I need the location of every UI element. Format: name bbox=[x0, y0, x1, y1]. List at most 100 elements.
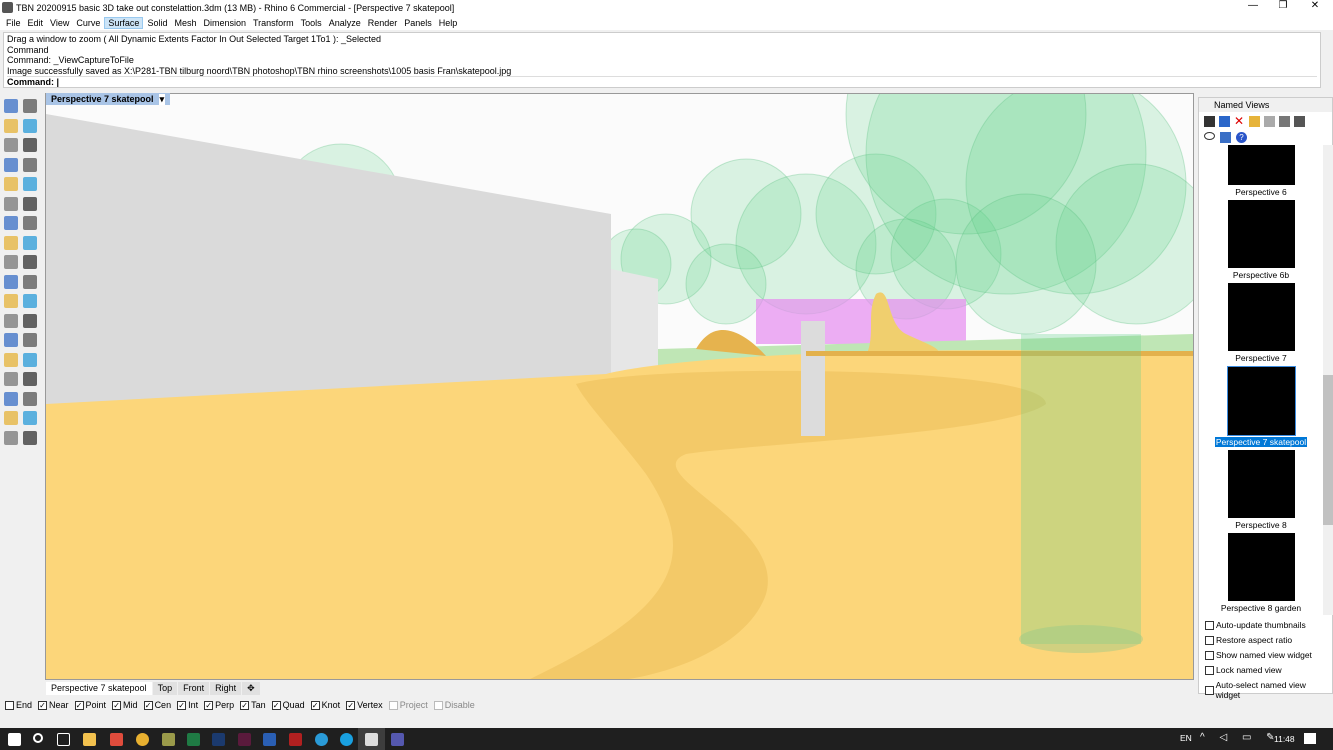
osnap-near[interactable]: ✓ Near bbox=[38, 700, 69, 710]
copy-icon[interactable] bbox=[1294, 116, 1305, 127]
toolbar-tool-icon[interactable] bbox=[4, 216, 18, 230]
named-view-item[interactable]: Perspective 6 bbox=[1199, 145, 1323, 200]
windows-start-icon[interactable] bbox=[8, 733, 21, 746]
toolbar-tool-icon[interactable] bbox=[4, 352, 18, 367]
toolbar-tool-icon[interactable] bbox=[23, 411, 37, 425]
window-icon[interactable] bbox=[1220, 132, 1231, 143]
menu-dimension[interactable]: Dimension bbox=[200, 18, 249, 28]
toolbar-tool-icon[interactable] bbox=[4, 235, 18, 250]
command-input[interactable]: Command: | bbox=[7, 76, 1317, 88]
viewport-tab-front[interactable]: Front bbox=[178, 682, 210, 695]
osnap-mid[interactable]: ✓ Mid bbox=[112, 700, 138, 710]
viewport-perspective[interactable] bbox=[45, 93, 1194, 680]
checkbox-icon[interactable]: ✓ bbox=[38, 700, 48, 710]
pointer-icon[interactable] bbox=[1264, 116, 1275, 127]
toolbar-tool-icon[interactable] bbox=[4, 411, 18, 425]
toolbar-tool-icon[interactable] bbox=[4, 99, 18, 113]
menu-render[interactable]: Render bbox=[365, 18, 401, 28]
checkbox-icon[interactable] bbox=[1205, 665, 1214, 675]
toolbar-tool-icon[interactable] bbox=[23, 372, 37, 386]
rhino-taskbar-button[interactable] bbox=[358, 728, 385, 750]
checkbox-icon[interactable] bbox=[433, 700, 443, 710]
toolbar-tool-icon[interactable] bbox=[23, 274, 37, 289]
checkbox-icon[interactable]: ✓ bbox=[177, 700, 187, 710]
named-view-item[interactable]: Perspective 6b bbox=[1199, 200, 1323, 283]
maximize-button[interactable]: ❐ bbox=[1268, 0, 1298, 11]
eye-icon[interactable] bbox=[1204, 132, 1215, 140]
indesign-icon[interactable] bbox=[238, 733, 251, 746]
osnap-quad[interactable]: ✓ Quad bbox=[271, 700, 305, 710]
checkbox-icon[interactable] bbox=[1205, 650, 1214, 660]
checkbox-icon[interactable]: ✓ bbox=[112, 700, 122, 710]
close-button[interactable]: ✕ bbox=[1300, 0, 1330, 11]
checkbox-icon[interactable]: ✓ bbox=[74, 700, 84, 710]
toolbar-tool-icon[interactable] bbox=[4, 118, 18, 133]
menu-edit[interactable]: Edit bbox=[25, 18, 47, 28]
menu-transform[interactable]: Transform bbox=[250, 18, 297, 28]
option-checkbox[interactable]: Restore aspect ratio bbox=[1205, 635, 1326, 645]
toolbar-tool-icon[interactable] bbox=[4, 391, 18, 406]
toolbar-tool-icon[interactable] bbox=[23, 138, 37, 152]
skype-icon[interactable] bbox=[340, 733, 353, 746]
menu-panels[interactable]: Panels bbox=[401, 18, 435, 28]
osnap-knot[interactable]: ✓ Knot bbox=[310, 700, 340, 710]
viewport-tab-right[interactable]: Right bbox=[210, 682, 242, 695]
osnap-tan[interactable]: ✓ Tan bbox=[240, 700, 266, 710]
delete-icon[interactable]: ✕ bbox=[1234, 115, 1245, 127]
menu-curve[interactable]: Curve bbox=[73, 18, 103, 28]
osnap-project[interactable]: Project bbox=[388, 700, 428, 710]
checkbox-icon[interactable] bbox=[5, 700, 14, 710]
viewport-menu-arrow-icon[interactable]: ▾ bbox=[158, 93, 166, 105]
checkbox-icon[interactable]: ✓ bbox=[346, 700, 356, 710]
toolbar-tool-icon[interactable] bbox=[4, 333, 18, 347]
help-icon[interactable]: ? bbox=[1236, 132, 1247, 143]
viewport-title-tab[interactable]: Perspective 7 skatepool ▾ bbox=[46, 93, 171, 105]
toolbar-tool-icon[interactable] bbox=[4, 157, 18, 172]
menu-file[interactable]: File bbox=[3, 18, 24, 28]
photoshop-icon[interactable] bbox=[212, 733, 225, 746]
checkbox-icon[interactable]: ✓ bbox=[310, 700, 320, 710]
menu-view[interactable]: View bbox=[47, 18, 72, 28]
osnap-int[interactable]: ✓ Int bbox=[177, 700, 198, 710]
checkbox-icon[interactable]: ✓ bbox=[204, 700, 214, 710]
menu-surface[interactable]: Surface bbox=[104, 16, 144, 29]
checkbox-icon[interactable] bbox=[388, 700, 398, 710]
language-indicator[interactable]: EN bbox=[1180, 733, 1192, 743]
toolbar-tool-icon[interactable] bbox=[23, 313, 37, 328]
toolbar-tool-icon[interactable] bbox=[4, 430, 18, 445]
task-view-icon[interactable] bbox=[57, 733, 70, 746]
excel-icon[interactable] bbox=[187, 733, 200, 746]
minimize-button[interactable]: — bbox=[1238, 0, 1268, 11]
option-checkbox[interactable]: Lock named view bbox=[1205, 665, 1326, 675]
search-icon[interactable] bbox=[33, 733, 43, 743]
toolbar-tool-icon[interactable] bbox=[23, 255, 37, 269]
checkbox-icon[interactable]: ✓ bbox=[271, 700, 281, 710]
osnap-cen[interactable]: ✓ Cen bbox=[143, 700, 171, 710]
toolbar-tool-icon[interactable] bbox=[4, 177, 18, 191]
osnap-end[interactable]: End bbox=[5, 700, 32, 710]
toolbar-tool-icon[interactable] bbox=[4, 138, 18, 152]
menu-tools[interactable]: Tools bbox=[298, 18, 325, 28]
named-view-item[interactable]: Perspective 8 bbox=[1199, 449, 1323, 533]
menu-analyze[interactable]: Analyze bbox=[326, 18, 364, 28]
toolbar-tool-icon[interactable] bbox=[23, 430, 37, 445]
toolbar-tool-icon[interactable] bbox=[23, 333, 37, 347]
toolbar-tool-icon[interactable] bbox=[23, 216, 37, 230]
toolbar-tool-icon[interactable] bbox=[4, 274, 18, 289]
list-scrollbar[interactable] bbox=[1323, 145, 1333, 615]
autocad-icon[interactable] bbox=[289, 733, 302, 746]
tray-icons[interactable]: ^ ◁ ▭ ✎ bbox=[1200, 732, 1281, 743]
named-view-item[interactable]: Perspective 7 bbox=[1199, 283, 1323, 366]
open-folder-icon[interactable] bbox=[1249, 116, 1260, 127]
osnap-perp[interactable]: ✓ Perp bbox=[204, 700, 234, 710]
toolbar-tool-icon[interactable] bbox=[23, 177, 37, 191]
edit-icon[interactable] bbox=[1219, 116, 1230, 127]
checkbox-icon[interactable]: ✓ bbox=[143, 700, 153, 710]
toolbar-tool-icon[interactable] bbox=[23, 391, 37, 406]
named-view-item[interactable]: Perspective 7 skatepool bbox=[1199, 365, 1323, 450]
checkbox-icon[interactable] bbox=[1205, 635, 1214, 645]
word-icon[interactable] bbox=[263, 733, 276, 746]
viewport-tab-top[interactable]: Top bbox=[152, 682, 178, 695]
toolbar-tool-icon[interactable] bbox=[23, 294, 37, 308]
option-checkbox[interactable]: Auto-select named view widget bbox=[1205, 680, 1326, 700]
